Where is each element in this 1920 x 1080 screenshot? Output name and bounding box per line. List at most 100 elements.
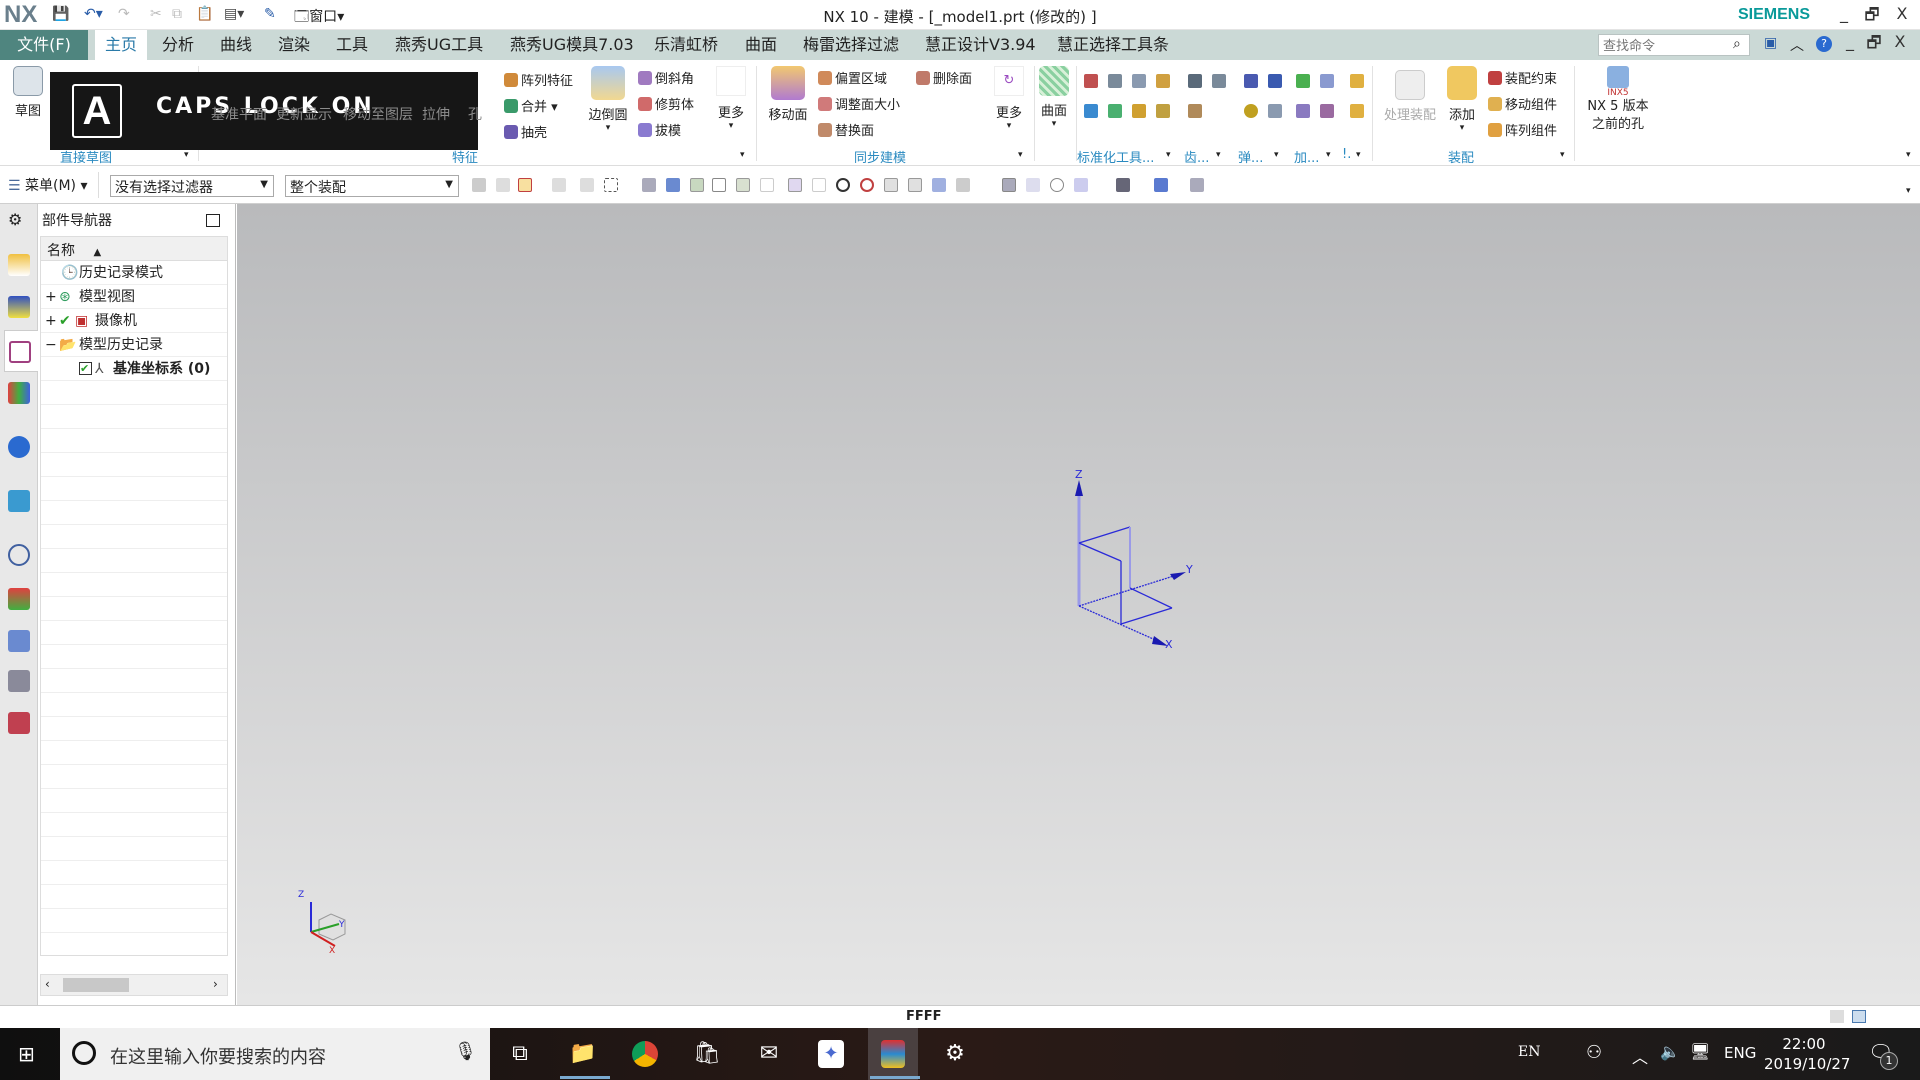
file-menu-button[interactable]: 文件(F) — [0, 30, 88, 60]
reuse-library-icon[interactable] — [8, 382, 30, 404]
tab-yanxiu-ug-mold[interactable]: 燕秀UG模具7.03 — [500, 30, 644, 60]
tool-icon[interactable] — [1156, 74, 1170, 88]
web-browser-icon[interactable] — [8, 490, 30, 512]
graphics-window[interactable]: Z Y X Z Y X — [237, 204, 1920, 1005]
hd3d-tools-icon[interactable] — [8, 436, 30, 458]
rectangle-select-icon[interactable] — [604, 178, 618, 192]
point-on-curve-icon[interactable] — [908, 178, 922, 192]
bounded-grid-icon[interactable] — [956, 178, 970, 192]
unite-button[interactable]: 合并 ▾ — [504, 96, 558, 115]
group-gear[interactable]: 齿... — [1184, 147, 1209, 166]
move-component-button[interactable]: 移动组件 — [1488, 94, 1557, 113]
mid-point-icon[interactable] — [736, 178, 750, 192]
ribbon-display-icon[interactable]: ▣ — [1764, 35, 1777, 51]
ime-indicator[interactable]: EN — [1518, 1044, 1540, 1060]
trim-body-button[interactable]: 修剪体 — [638, 94, 694, 113]
scroll-left-icon[interactable]: ‹ — [45, 977, 50, 991]
tree-row-cameras[interactable]: + ✔ ▣ 摄像机 — [41, 309, 227, 333]
volume-icon[interactable]: 🔈 — [1660, 1042, 1680, 1061]
select-icon[interactable] — [642, 178, 656, 192]
quadrant-icon[interactable] — [860, 178, 874, 192]
tree-row-model-views[interactable]: + ⊛ 模型视图 — [41, 285, 227, 309]
help-icon[interactable]: ? — [1816, 36, 1832, 52]
tool-icon[interactable] — [1244, 74, 1258, 88]
taskbar-search-box[interactable]: 在这里输入你要搜索的内容 🎙 — [60, 1028, 490, 1080]
tool-icon[interactable] — [1320, 104, 1334, 118]
search-icon[interactable]: ⌕ — [1733, 36, 1741, 52]
assembly-constraint-button[interactable]: 装配约束 — [1488, 68, 1557, 87]
tab-curve[interactable]: 曲线 — [210, 30, 262, 60]
rotate-icon[interactable] — [1050, 178, 1064, 192]
end-point-icon[interactable] — [712, 178, 726, 192]
tool-icon[interactable] — [1296, 104, 1310, 118]
collapse-icon[interactable]: − — [45, 333, 57, 357]
snap-point-icon[interactable] — [690, 178, 704, 192]
tool-icon[interactable] — [1132, 104, 1146, 118]
part-navigator-tab[interactable] — [4, 330, 38, 372]
point-on-surface-icon[interactable] — [932, 178, 946, 192]
pattern-feature-button[interactable]: 阵列特征 — [504, 70, 573, 89]
surface-button[interactable]: 曲面 ▾ — [1038, 66, 1070, 129]
language-indicator[interactable]: ENG — [1724, 1044, 1756, 1062]
add-component-button[interactable]: 添加 ▾ — [1444, 66, 1480, 133]
system-scene-icon[interactable] — [8, 712, 30, 734]
tab-analysis[interactable]: 分析 — [152, 30, 204, 60]
tab-surface[interactable]: 曲面 — [735, 30, 787, 60]
chrome-icon[interactable] — [620, 1028, 670, 1080]
pattern-component-button[interactable]: 阵列组件 — [1488, 120, 1557, 139]
constraint-navigator-icon[interactable] — [8, 296, 30, 318]
group-add[interactable]: 加... — [1294, 147, 1319, 166]
status-flag-icon[interactable] — [1830, 1010, 1844, 1023]
full-screen-icon[interactable] — [1852, 1010, 1866, 1023]
feishu-icon[interactable]: ✦ — [806, 1028, 856, 1080]
tool-icon[interactable] — [1108, 74, 1122, 88]
selection-filter-dropdown[interactable]: 没有选择过滤器 ▼ — [110, 175, 274, 197]
group-expand-icon[interactable]: ▾ — [740, 150, 745, 160]
tab-huizheng-selection[interactable]: 慧正选择工具条 — [1047, 30, 1179, 60]
group-expand-icon[interactable]: ▾ — [1356, 150, 1361, 160]
tool-icon[interactable] — [1084, 104, 1098, 118]
chamfer-button[interactable]: 倒斜角 — [638, 68, 694, 87]
history-icon[interactable] — [8, 544, 30, 566]
tab-leqing-hongqiao[interactable]: 乐清虹桥 — [644, 30, 728, 60]
filter-icon[interactable] — [552, 178, 566, 192]
draft-button[interactable]: 拔模 — [638, 120, 681, 139]
tab-home[interactable]: 主页 — [95, 30, 148, 60]
datum-plane-button[interactable]: 基准平面 — [211, 104, 267, 124]
tree-row-model-history[interactable]: − 📂 模型历史记录 — [41, 333, 227, 357]
tree-row-history-mode[interactable]: 🕒 历史记录模式 — [41, 261, 227, 285]
move-to-layer-button[interactable]: 移动至图层 — [343, 104, 413, 124]
windows-start-icon[interactable]: ⊞ — [18, 1042, 35, 1066]
ribbon-options-icon[interactable]: ▾ — [1906, 150, 1911, 160]
tab-yanxiu-ug-tools[interactable]: 燕秀UG工具 — [385, 30, 493, 60]
resize-face-button[interactable]: 调整面大小 — [818, 94, 900, 113]
group-misc[interactable]: !. — [1342, 147, 1351, 162]
filter-icon[interactable] — [496, 178, 510, 192]
expand-icon[interactable]: + — [45, 285, 57, 309]
tool-icon[interactable] — [1320, 74, 1334, 88]
tool-icon[interactable] — [1188, 104, 1202, 118]
hole-button[interactable]: 孔 — [468, 104, 482, 124]
move-face-button[interactable]: 移动面 — [764, 66, 812, 123]
offset-region-button[interactable]: 偏置区域 — [818, 68, 887, 87]
tab-tools[interactable]: 工具 — [326, 30, 378, 60]
view-icon[interactable] — [1002, 178, 1016, 192]
tool-icon[interactable] — [1132, 74, 1146, 88]
clock[interactable]: 22:00 2019/10/27 — [1764, 1034, 1850, 1074]
tool-icon[interactable] — [1296, 74, 1310, 88]
group-spring[interactable]: 弹... — [1238, 147, 1263, 166]
tool-icon[interactable] — [1156, 104, 1170, 118]
tab-meilei-filter[interactable]: 梅雷选择过滤 — [793, 30, 909, 60]
roles-icon[interactable] — [8, 670, 30, 692]
spring-icon[interactable] — [1268, 74, 1282, 88]
tab-huizheng-design[interactable]: 慧正设计V3.94 — [915, 30, 1046, 60]
edge-blend-button[interactable]: 边倒圆 ▾ — [586, 66, 630, 133]
nx-app-icon[interactable] — [868, 1028, 918, 1080]
view-icon[interactable] — [1026, 178, 1040, 192]
filter-icon[interactable] — [580, 178, 594, 192]
group-expand-icon[interactable]: ▾ — [1216, 150, 1221, 160]
show-hidden-icons[interactable]: ︿ — [1632, 1044, 1648, 1068]
doc-minimize-button[interactable]: _ — [1838, 32, 1862, 51]
control-point-icon[interactable] — [760, 178, 774, 192]
update-display-button[interactable]: 更新显示 — [276, 104, 332, 124]
